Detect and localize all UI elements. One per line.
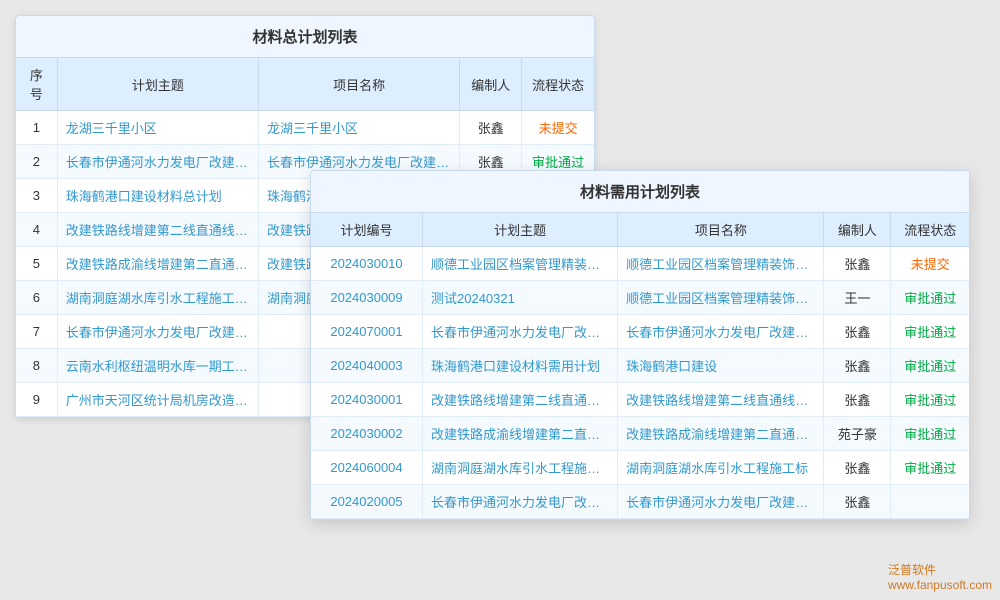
sec-header-project: 项目名称: [618, 213, 824, 247]
watermark-brand: 泛普软件: [888, 561, 992, 578]
cell-seq: 4: [16, 213, 57, 247]
cell-theme[interactable]: 改建铁路成渝线增建第二直通线（成...: [423, 417, 618, 451]
secondary-table: 计划编号 计划主题 项目名称 编制人 流程状态 2024030010顺德工业园区…: [311, 213, 969, 519]
secondary-table-container: 材料需用计划列表 计划编号 计划主题 项目名称 编制人 流程状态 2024030…: [310, 170, 970, 520]
cell-editor: 张鑫: [824, 451, 891, 485]
cell-code[interactable]: 2024030009: [311, 281, 423, 315]
cell-status: 审批通过: [891, 315, 969, 349]
cell-seq: 7: [16, 315, 57, 349]
cell-code[interactable]: 2024030010: [311, 247, 423, 281]
cell-status: 审批通过: [891, 383, 969, 417]
table-row: 2024030002改建铁路成渝线增建第二直通线（成...改建铁路成渝线增建第二…: [311, 417, 969, 451]
cell-editor: 张鑫: [824, 315, 891, 349]
cell-editor: 张鑫: [824, 349, 891, 383]
cell-theme[interactable]: 长春市伊通河水力发电厂改建工程材...: [423, 485, 618, 519]
cell-status: 审批通过: [891, 349, 969, 383]
cell-status: [891, 485, 969, 519]
cell-theme[interactable]: 长春市伊通河水力发电厂改建工程材料总计划: [57, 315, 258, 349]
table-row: 1龙湖三千里小区龙湖三千里小区张鑫未提交: [16, 111, 594, 145]
sec-header-code: 计划编号: [311, 213, 423, 247]
main-header-theme: 计划主题: [57, 58, 258, 111]
cell-theme[interactable]: 改建铁路线增建第二线直通线（成都...: [423, 383, 618, 417]
table-row: 2024030009测试20240321顺德工业园区档案管理精装饰工程（...王…: [311, 281, 969, 315]
cell-project[interactable]: 改建铁路成渝线增建第二直通线（...: [618, 417, 824, 451]
cell-status: 未提交: [891, 247, 969, 281]
cell-seq: 1: [16, 111, 57, 145]
cell-theme[interactable]: 长春市伊通河水力发电厂改建工程合...: [423, 315, 618, 349]
cell-project[interactable]: 龙湖三千里小区: [259, 111, 460, 145]
cell-project[interactable]: 珠海鹤港口建设: [618, 349, 824, 383]
cell-theme[interactable]: 湖南洞庭湖水库引水工程施工标材...: [423, 451, 618, 485]
main-table-title: 材料总计划列表: [16, 16, 594, 58]
cell-status: 未提交: [522, 111, 594, 145]
sec-header-editor: 编制人: [824, 213, 891, 247]
cell-theme[interactable]: 珠海鹤港口建设材料总计划: [57, 179, 258, 213]
cell-project[interactable]: 长春市伊通河水力发电厂改建工程: [618, 315, 824, 349]
cell-seq: 9: [16, 383, 57, 417]
cell-seq: 5: [16, 247, 57, 281]
cell-status: 审批通过: [891, 417, 969, 451]
main-table-header-row: 序号 计划主题 项目名称 编制人 流程状态: [16, 58, 594, 111]
cell-status: 审批通过: [891, 281, 969, 315]
cell-theme[interactable]: 长春市伊通河水力发电厂改建工程合同材料...: [57, 145, 258, 179]
cell-theme[interactable]: 顺德工业园区档案管理精装饰工程（...: [423, 247, 618, 281]
cell-theme[interactable]: 改建铁路线增建第二线直通线（成都-西安）...: [57, 213, 258, 247]
cell-theme[interactable]: 湖南洞庭湖水库引水工程施工标材料总计划: [57, 281, 258, 315]
cell-code[interactable]: 2024030002: [311, 417, 423, 451]
main-header-project: 项目名称: [259, 58, 460, 111]
cell-seq: 3: [16, 179, 57, 213]
cell-theme[interactable]: 云南水利枢纽温明水库一期工程施工标材料...: [57, 349, 258, 383]
table-row: 2024030001改建铁路线增建第二线直通线（成都...改建铁路线增建第二线直…: [311, 383, 969, 417]
cell-editor: 张鑫: [824, 383, 891, 417]
watermark: 泛普软件 www.fanpusoft.com: [888, 561, 992, 592]
cell-editor: 张鑫: [460, 111, 522, 145]
cell-status: 审批通过: [891, 451, 969, 485]
cell-seq: 6: [16, 281, 57, 315]
cell-editor: 张鑫: [824, 247, 891, 281]
cell-seq: 2: [16, 145, 57, 179]
cell-project[interactable]: 顺德工业园区档案管理精装饰工程（...: [618, 281, 824, 315]
cell-editor: 张鑫: [824, 485, 891, 519]
table-row: 2024030010顺德工业园区档案管理精装饰工程（...顺德工业园区档案管理精…: [311, 247, 969, 281]
cell-code[interactable]: 2024060004: [311, 451, 423, 485]
table-row: 2024040003珠海鹤港口建设材料需用计划珠海鹤港口建设张鑫审批通过: [311, 349, 969, 383]
cell-theme[interactable]: 测试20240321: [423, 281, 618, 315]
cell-editor: 苑子豪: [824, 417, 891, 451]
watermark-url: www.fanpusoft.com: [888, 578, 992, 592]
secondary-table-body: 2024030010顺德工业园区档案管理精装饰工程（...顺德工业园区档案管理精…: [311, 247, 969, 519]
cell-seq: 8: [16, 349, 57, 383]
cell-project[interactable]: 湖南洞庭湖水库引水工程施工标: [618, 451, 824, 485]
cell-editor: 王一: [824, 281, 891, 315]
secondary-table-header-row: 计划编号 计划主题 项目名称 编制人 流程状态: [311, 213, 969, 247]
sec-header-theme: 计划主题: [423, 213, 618, 247]
cell-theme[interactable]: 改建铁路成渝线增建第二直通线（成渝枢纽...: [57, 247, 258, 281]
cell-code[interactable]: 2024020005: [311, 485, 423, 519]
cell-theme[interactable]: 广州市天河区统计局机房改造项目材料总计划: [57, 383, 258, 417]
cell-project[interactable]: 改建铁路线增建第二线直通线（成都...: [618, 383, 824, 417]
cell-code[interactable]: 2024070001: [311, 315, 423, 349]
cell-theme[interactable]: 龙湖三千里小区: [57, 111, 258, 145]
table-row: 2024070001长春市伊通河水力发电厂改建工程合...长春市伊通河水力发电厂…: [311, 315, 969, 349]
cell-code[interactable]: 2024040003: [311, 349, 423, 383]
sec-header-status: 流程状态: [891, 213, 969, 247]
table-row: 2024060004湖南洞庭湖水库引水工程施工标材...湖南洞庭湖水库引水工程施…: [311, 451, 969, 485]
cell-theme[interactable]: 珠海鹤港口建设材料需用计划: [423, 349, 618, 383]
main-header-editor: 编制人: [460, 58, 522, 111]
secondary-table-title: 材料需用计划列表: [311, 171, 969, 213]
main-header-seq: 序号: [16, 58, 57, 111]
table-row: 2024020005长春市伊通河水力发电厂改建工程材...长春市伊通河水力发电厂…: [311, 485, 969, 519]
main-header-status: 流程状态: [522, 58, 594, 111]
cell-project[interactable]: 顺德工业园区档案管理精装饰工程（...: [618, 247, 824, 281]
cell-project[interactable]: 长春市伊通河水力发电厂改建工程: [618, 485, 824, 519]
cell-code[interactable]: 2024030001: [311, 383, 423, 417]
